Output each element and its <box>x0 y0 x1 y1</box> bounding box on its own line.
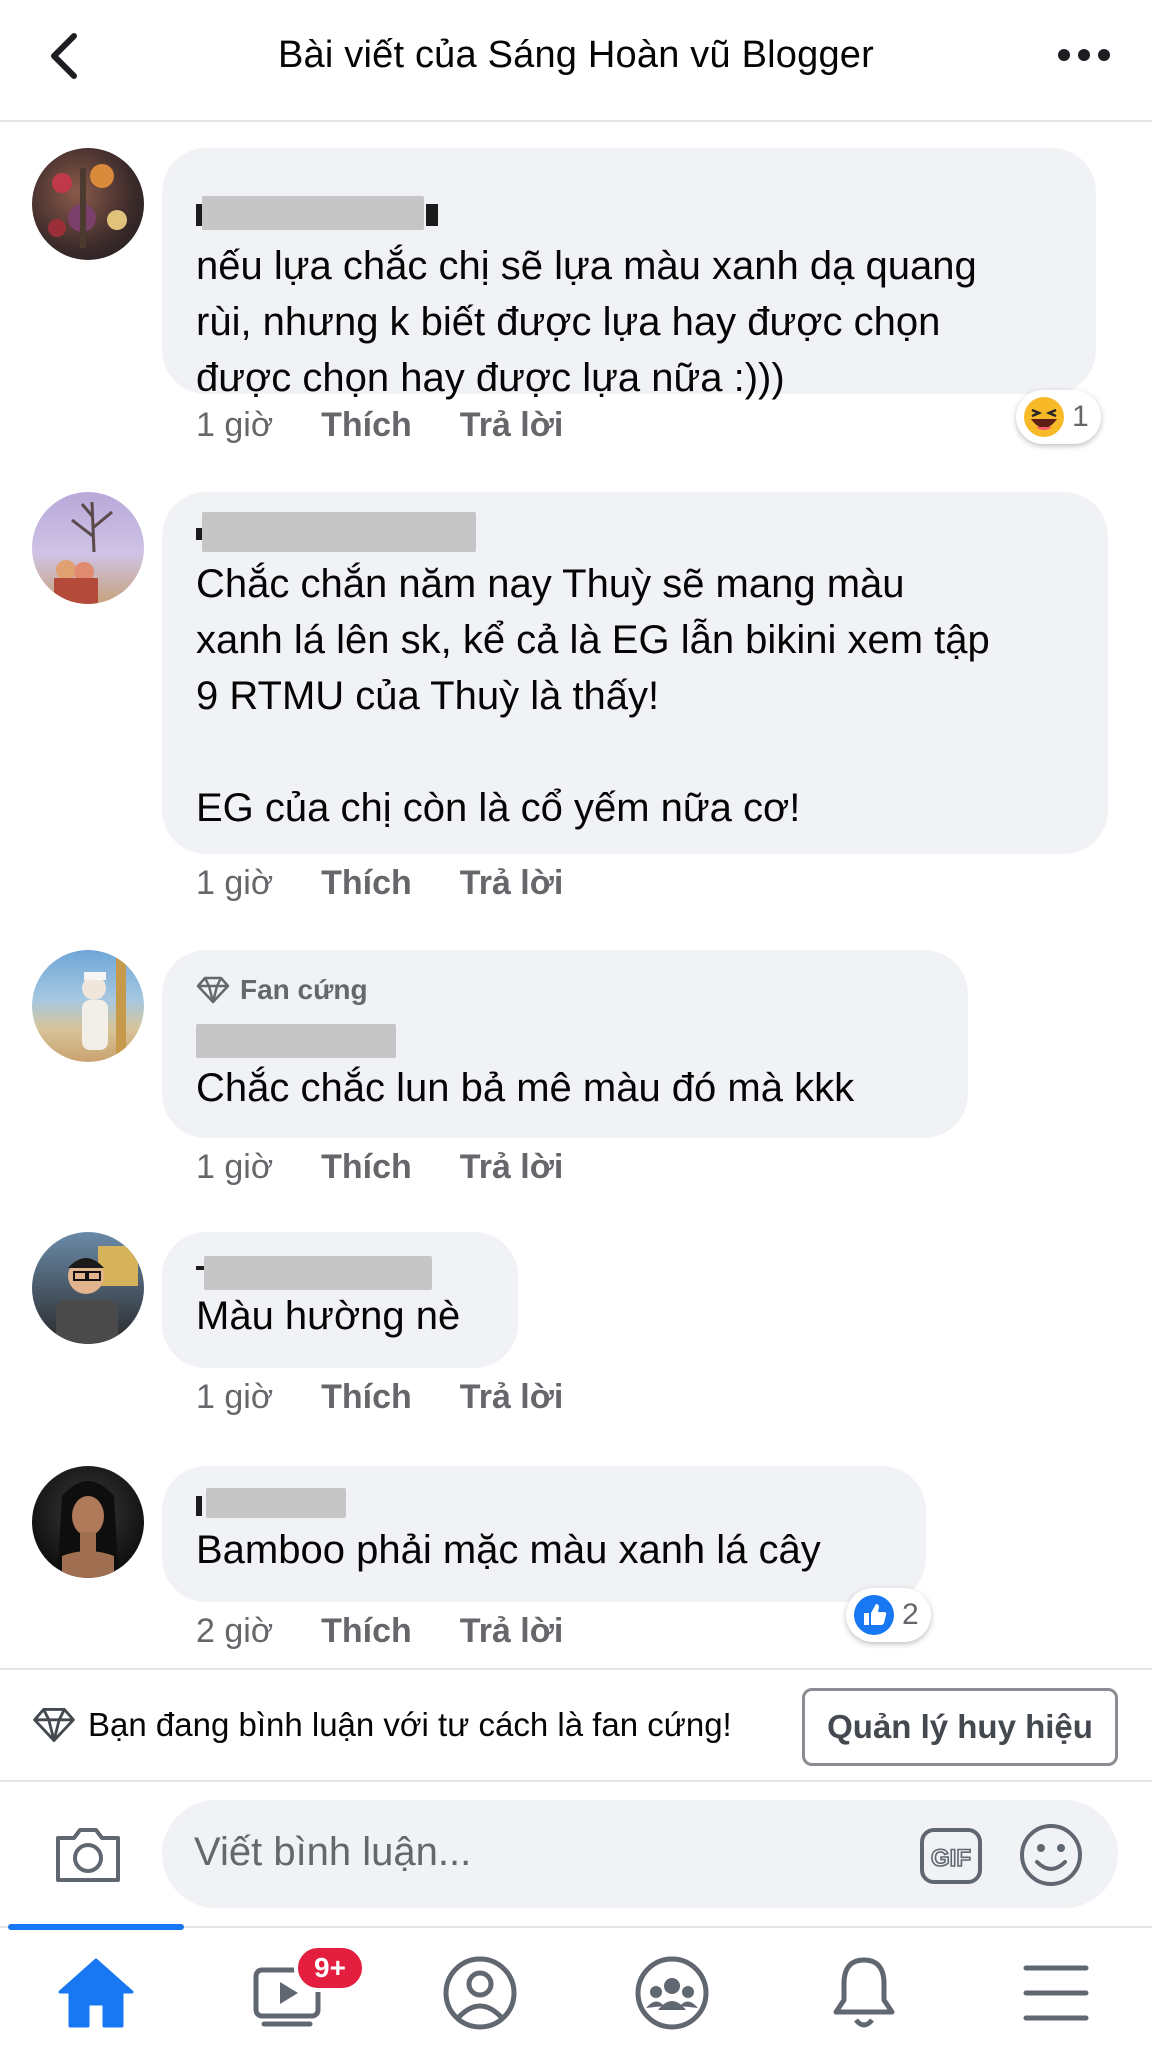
comment-text: Màu hường nè <box>196 1294 461 1338</box>
avatar[interactable] <box>32 492 144 604</box>
avatar[interactable] <box>32 1232 144 1344</box>
comment-item: Màu hường nè 1 giờ Thích Trả lời <box>0 1206 1152 1434</box>
reaction-count-value: 2 <box>902 1598 919 1631</box>
home-icon <box>58 1958 134 2028</box>
gif-button[interactable]: GIF <box>918 1826 984 1886</box>
reaction-count-value: 1 <box>1072 400 1089 433</box>
author-name-redacted <box>202 512 476 552</box>
comment-bubble: Bamboo phải mặc màu xanh lá cây <box>162 1466 926 1602</box>
avatar[interactable] <box>32 950 144 1062</box>
diamond-icon <box>33 1708 75 1742</box>
like-button[interactable]: Thích <box>321 1148 412 1187</box>
comment-bubble: Màu hường nè <box>162 1232 518 1368</box>
like-button[interactable]: Thích <box>321 1612 412 1651</box>
comment-bubble: Fan cứng Chắc chắc lun bả mê màu đó mà k… <box>162 950 968 1138</box>
comment-bubble: Chắc chắn năm nay Thuỳ sẽ mang màu xanh … <box>162 492 1108 854</box>
more-horizontal-icon <box>1058 49 1110 61</box>
comment-item: Bamboo phải mặc màu xanh lá cây 2 2 giờ … <box>0 1440 1152 1668</box>
groups-icon <box>635 1956 709 2030</box>
avatar[interactable] <box>32 148 144 260</box>
reply-button[interactable]: Trả lời <box>460 406 564 445</box>
fan-status-bar: Bạn đang bình luận với tư cách là fan cứ… <box>0 1668 1152 1780</box>
tab-notifications[interactable] <box>816 1950 912 2036</box>
tab-home[interactable] <box>48 1950 144 2036</box>
comment-time: 1 giờ <box>196 864 274 902</box>
reply-button[interactable]: Trả lời <box>460 864 564 903</box>
gif-icon: GIF <box>920 1828 982 1884</box>
tab-menu[interactable] <box>1008 1950 1104 2036</box>
comment-item: nếu lựa chắc chị sẽ lựa màu xanh dạ quan… <box>0 122 1152 462</box>
emoji-button[interactable] <box>1018 1822 1084 1888</box>
author-name-redacted <box>204 1256 432 1290</box>
reply-button[interactable]: Trả lời <box>460 1612 564 1651</box>
comment-actions: 2 giờ Thích Trả lời <box>196 1612 563 1651</box>
comment-composer: Viết bình luận... GIF <box>0 1780 1152 1926</box>
camera-icon <box>56 1828 120 1882</box>
reaction-count[interactable]: 1 <box>1016 390 1101 444</box>
comment-item: Fan cứng Chắc chắc lun bả mê màu đó mà k… <box>0 924 1152 1192</box>
comment-time: 1 giờ <box>196 1378 274 1416</box>
like-thumb-icon <box>854 1595 894 1635</box>
author-name-redacted <box>202 196 424 230</box>
like-button[interactable]: Thích <box>321 406 412 445</box>
svg-text:GIF: GIF <box>931 1845 971 1872</box>
comment-text: Bamboo phải mặc màu xanh lá cây <box>196 1528 821 1572</box>
comment-actions: 1 giờ Thích Trả lời <box>196 406 563 445</box>
author-name-redacted <box>206 1488 346 1518</box>
reply-button[interactable]: Trả lời <box>460 1148 564 1187</box>
like-button[interactable]: Thích <box>321 1378 412 1417</box>
haha-emoji-icon <box>1024 397 1064 437</box>
top-header: Bài viết của Sáng Hoàn vũ Blogger <box>0 0 1152 122</box>
smiley-icon <box>1020 1824 1082 1886</box>
manage-badges-button[interactable]: Quản lý huy hiệu <box>802 1688 1118 1766</box>
menu-icon <box>1023 1965 1089 2021</box>
reaction-count[interactable]: 2 <box>846 1588 931 1642</box>
comment-time: 1 giờ <box>196 406 274 444</box>
tab-groups[interactable] <box>624 1950 720 2036</box>
comment-bubble: nếu lựa chắc chị sẽ lựa màu xanh dạ quan… <box>162 148 1096 400</box>
comment-actions: 1 giờ Thích Trả lời <box>196 1148 563 1187</box>
camera-button[interactable] <box>52 1822 124 1886</box>
diamond-icon <box>196 976 230 1004</box>
page-title: Bài viết của Sáng Hoàn vũ Blogger <box>278 34 874 76</box>
notifications-icon <box>833 1957 895 2028</box>
tab-profile[interactable] <box>432 1950 528 2036</box>
profile-icon <box>443 1956 517 2030</box>
like-button[interactable]: Thích <box>321 864 412 903</box>
bottom-navigation: 9+ <box>0 1924 1152 2048</box>
comment-item: Chắc chắn năm nay Thuỳ sẽ mang màu xanh … <box>0 468 1152 914</box>
reply-button[interactable]: Trả lời <box>460 1378 564 1417</box>
comment-time: 2 giờ <box>196 1612 274 1650</box>
comment-text: Chắc chắn năm nay Thuỳ sẽ mang màu xanh … <box>196 562 990 830</box>
comment-input-placeholder: Viết bình luận... <box>194 1830 472 1874</box>
author-name-redacted <box>196 1024 396 1058</box>
fan-status-text: Bạn đang bình luận với tư cách là fan cứ… <box>88 1706 732 1743</box>
comment-time: 1 giờ <box>196 1148 274 1186</box>
watch-notification-badge: 9+ <box>294 1944 366 1992</box>
active-tab-indicator <box>8 1924 184 1930</box>
comment-text: Chắc chắc lun bả mê màu đó mà kkk <box>196 1066 855 1110</box>
avatar[interactable] <box>32 1466 144 1578</box>
comment-text: nếu lựa chắc chị sẽ lựa màu xanh dạ quan… <box>196 244 977 400</box>
fan-badge: Fan cứng <box>196 974 368 1006</box>
fan-badge-label: Fan cứng <box>240 974 368 1005</box>
comment-actions: 1 giờ Thích Trả lời <box>196 864 563 903</box>
comment-actions: 1 giờ Thích Trả lời <box>196 1378 563 1417</box>
more-options-button[interactable] <box>1056 40 1112 70</box>
